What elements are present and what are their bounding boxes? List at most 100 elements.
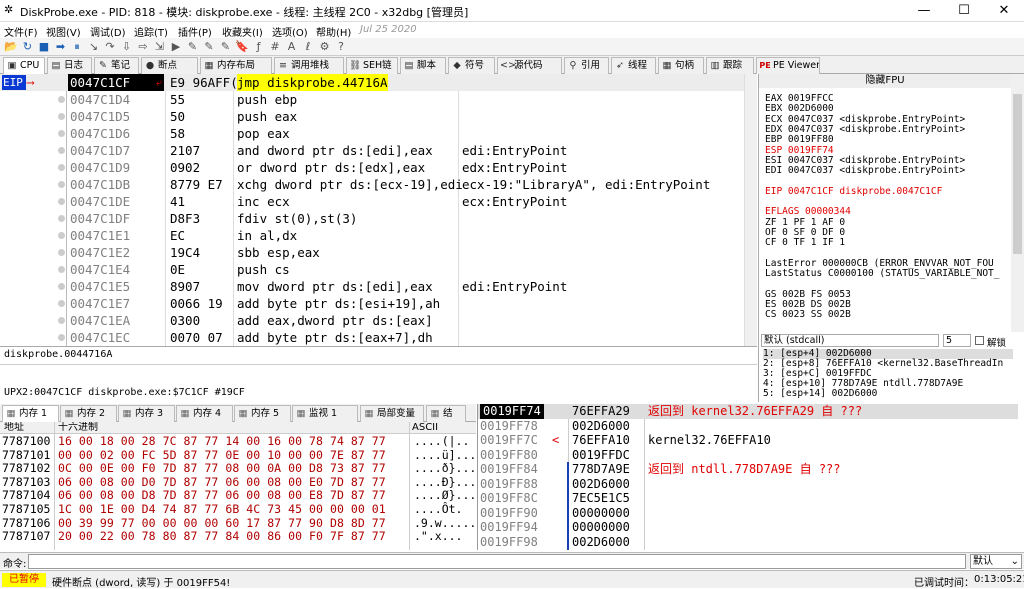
dump-row[interactable]: 7787100 16 00 18 00 28 7C 87 77 14 00 16 … [0,435,476,448]
hash-icon[interactable]: # [268,40,282,54]
trace-over-icon[interactable]: ⇨ [136,40,150,54]
arg-count-spinner[interactable]: 5 [943,334,971,347]
register-line[interactable]: EBP 0019FF80 [765,135,834,145]
dump-row[interactable]: 7787103 06 00 08 00 D0 7D 87 77 06 00 08 … [0,475,476,489]
string-icon[interactable]: A [285,40,299,54]
breakpoint-dot[interactable] [58,232,65,239]
disasm-row[interactable]: 0047C1D4 55 push ebp [0,91,757,108]
stack-row[interactable]: 0019FF74 76EFFA29 返回到 kernel32.76EFFA29 自 … [478,404,1018,419]
disasm-row[interactable]: 0047C1E5 8907 mov dword ptr ds:[edi],eax ed… [0,278,757,295]
dump-row[interactable]: 7787104 06 00 08 00 D8 7D 87 77 06 00 08 … [0,489,476,502]
tab-11[interactable]: ⚲ 引用 [564,57,609,74]
stack-row[interactable]: 0019FF90 00000000 [478,506,1018,521]
unlock-checkbox[interactable] [975,336,984,345]
menu-item[interactable]: 文件(F) [4,24,38,39]
menu-item[interactable]: 帮助(H) [316,24,351,39]
breakpoint-dot[interactable] [58,164,65,171]
dump-row[interactable]: 7787107 20 00 22 00 78 80 87 77 84 00 86 … [0,530,476,543]
stack-row[interactable]: 0019FF84 778D7A9E 返回到 ntdll.778D7A9E 自 ??? [478,462,1018,477]
memory-tab-5[interactable]: ▦ 内存 5 [234,405,291,422]
menu-item[interactable]: 调试(D) [90,24,126,39]
tab-5[interactable]: ▦ 内存布局 [200,57,272,74]
comment-icon[interactable]: ✎ [202,40,216,54]
breakpoint-dot[interactable] [58,215,65,222]
stack-row[interactable]: 0019FF88 002D6000 [478,477,1018,492]
command-mode-select[interactable]: 默认 ⌄ [970,554,1022,569]
breakpoint-dot[interactable] [58,130,65,137]
disasm-row[interactable]: 0047C1E7 0066 19 add byte ptr ds:[esi+19],… [0,295,757,312]
disasm-row[interactable]: 0047C1DB 8779 E7 xchg dword ptr ds:[ecx-19… [0,176,757,193]
register-line[interactable]: LastStatus C0000100 (STATUS_VARIABLE_NOT… [765,269,1000,279]
function-icon[interactable]: ƒ [252,40,266,54]
scroll-thumb[interactable] [1013,94,1022,254]
disasm-row[interactable]: 0047C1D7 2107 and dword ptr ds:[edi],eax ed… [0,142,757,159]
disasm-row[interactable]: 0047C1E2 19C4 sbb esp,eax [0,244,757,261]
disasm-row[interactable]: 0047C1DE 41 inc ecx ecx:EntryPoint [0,193,757,210]
memory-tab-8[interactable]: ▦ 结 [426,405,466,422]
breakpoint-dot[interactable] [58,113,65,120]
register-line[interactable]: EDI 0047C037 <diskprobe.EntryPoint> [765,166,965,176]
dump-row[interactable]: 7787101 00 00 02 00 FC 5D 87 77 0E 00 10 … [0,448,476,462]
register-line[interactable]: EFLAGS 00000344 [765,207,851,217]
tab-8[interactable]: ▤ 脚本 [400,57,446,74]
menu-item[interactable]: 选项(O) [272,24,308,39]
register-line[interactable]: CS 0023 SS 002B [765,310,851,320]
disasm-row[interactable]: 0047C1DF D8F3 fdiv st(0),st(3) [0,210,757,227]
bookmark-icon[interactable]: 🔖 [235,40,249,54]
stack-row[interactable]: 0019FF78 002D6000 [478,419,1018,434]
stack-row[interactable]: 0019FF7C <76EFFA10 kernel32.76EFFA10 [478,433,1018,448]
tab-6[interactable]: ≡ 调用堆栈 [274,57,344,74]
tab-15[interactable]: PE PE Viewer [756,57,820,74]
breakpoint-dot[interactable] [58,266,65,273]
open-icon[interactable]: 📂 [4,40,18,54]
pause-icon[interactable]: ⏸ [70,40,84,54]
dump-row[interactable]: 7787102 0C 00 0E 00 F0 7D 87 77 08 00 0A … [0,462,476,475]
tab-10[interactable]: <>源代码 [497,57,562,74]
memory-tab-1[interactable]: ▦ 内存 1 [2,405,59,422]
tab-2[interactable]: ▤ 日志 [47,57,92,74]
run-to-user-icon[interactable]: ⇲ [153,40,167,54]
run-icon[interactable]: ➡ [54,40,68,54]
memory-tab-2[interactable]: ▦ 内存 2 [60,405,117,422]
trace-into-icon[interactable]: ⇩ [120,40,134,54]
minimize-button[interactable]: — [904,0,944,22]
memory-tab-6[interactable]: ▦ 监视 1 [292,405,358,422]
label-icon[interactable]: ✎ [219,40,233,54]
maximize-button[interactable]: ☐ [944,0,984,22]
memory-tab-3[interactable]: ▦ 内存 3 [118,405,175,422]
memory-tab-4[interactable]: ▦ 内存 4 [176,405,233,422]
disassembly-view[interactable]: EIP ⟶ 0047C1CF ⤶ E9 96AFF(jmp diskprobe.4471… [0,74,757,346]
close-icon[interactable]: ■ [37,40,51,54]
breakpoint-dot[interactable] [58,300,65,307]
disasm-row[interactable]: EIP ⟶ 0047C1CF ⤶ E9 96AFF(jmp diskprobe.4471… [0,74,757,91]
help-icon[interactable]: ? [334,40,348,54]
tab-13[interactable]: ▦ 句柄 [658,57,704,74]
disasm-row[interactable]: 0047C1D6 58 pop eax [0,125,757,142]
disasm-row[interactable]: 0047C1D9 0902 or dword ptr ds:[edx],eax edx… [0,159,757,176]
step-into-icon[interactable]: ↘ [87,40,101,54]
stack-view[interactable]: 0019FF74 76EFFA29 返回到 kernel32.76EFFA29 自 … [477,404,1024,550]
tab-14[interactable]: ▥ 跟踪 [706,57,754,74]
restart-icon[interactable]: ↻ [21,40,35,54]
menu-item[interactable]: 追踪(T) [134,24,168,39]
memory-tab-7[interactable]: ▦ 局部变量 [360,405,424,422]
highlight-icon[interactable]: ✎ [186,40,200,54]
register-line[interactable]: ESP 0019FF74 [765,145,834,156]
disasm-row[interactable]: 0047C1EA 0300 add eax,dword ptr ds:[eax] [0,312,757,329]
dump-row[interactable]: 7787106 00 39 99 77 00 00 00 00 60 17 87 … [0,516,476,530]
module-icon[interactable]: ℓ [301,40,315,54]
tab-4[interactable]: ● 断点 [141,57,198,74]
tab-3[interactable]: ✎ 笔记 [94,57,139,74]
register-line[interactable]: CF 0 TF 1 IF 1 [765,238,845,248]
breakpoint-dot[interactable] [58,181,65,188]
disasm-row[interactable]: 0047C1EC 0070 07 add byte ptr ds:[eax+7],d… [0,329,757,346]
disasm-row[interactable]: 0047C1D5 50 push eax [0,108,757,125]
stack-row[interactable]: 0019FF94 00000000 [478,520,1018,535]
tab-12[interactable]: ➶ 线程 [611,57,656,74]
animate-icon[interactable]: ▶ [169,40,183,54]
step-over-icon[interactable]: ↷ [103,40,117,54]
registers-panel[interactable]: 隐藏FPU EAX 0019FFCC EBX 002D6000 ECX 0047C0… [758,74,1024,346]
tab-9[interactable]: ◆ 符号 [448,57,495,74]
breakpoint-dot[interactable] [58,147,65,154]
hide-fpu-button[interactable]: 隐藏FPU [759,74,1011,88]
